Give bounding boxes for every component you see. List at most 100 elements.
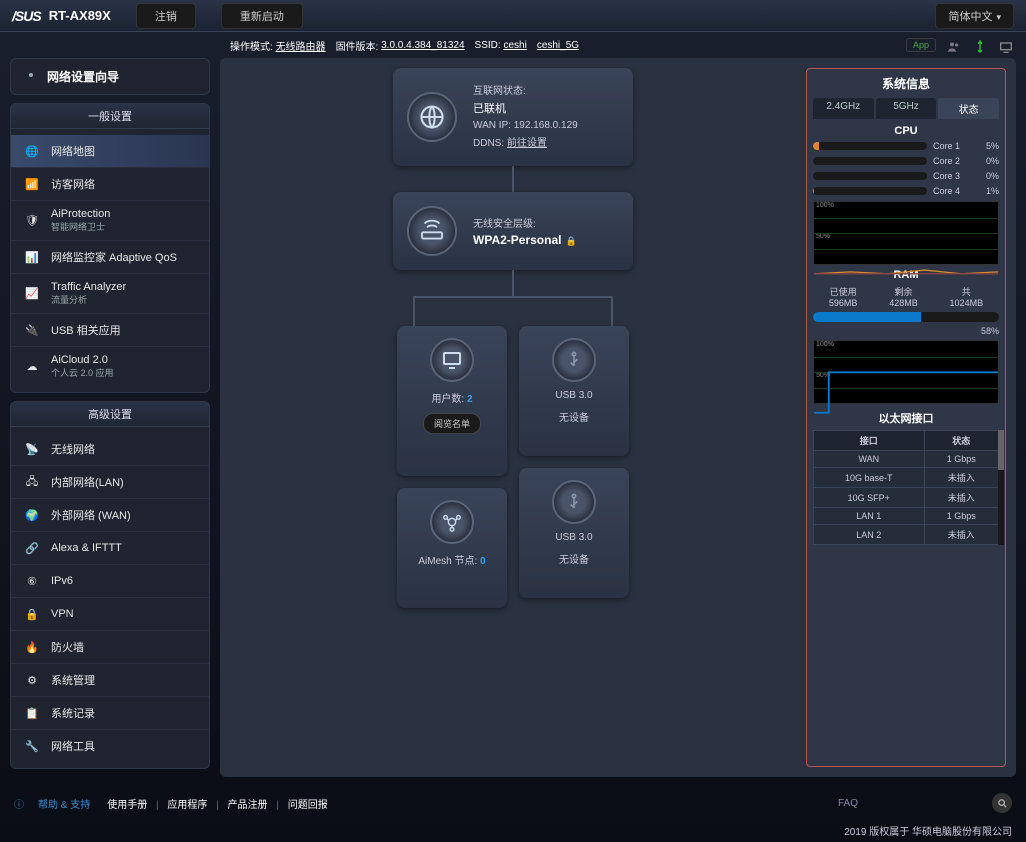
ram-total: 1024MB <box>950 298 984 308</box>
tab-status[interactable]: 状态 <box>938 98 999 119</box>
menu-icon: ⑥ <box>23 572 41 590</box>
tab-24ghz[interactable]: 2.4GHz <box>813 98 874 119</box>
app-badge[interactable]: App <box>906 38 936 52</box>
menu-label: USB 相关应用 <box>51 322 121 338</box>
usb-2-title: USB 3.0 <box>555 532 592 543</box>
cpu-title: CPU <box>813 125 999 137</box>
usb-card-1[interactable]: USB 3.0 无设备 <box>519 326 629 456</box>
sidebar-adv-item-4[interactable]: ⑥IPv6 <box>11 565 209 598</box>
sidebar-item-4[interactable]: 📈Traffic Analyzer流量分析 <box>11 274 209 314</box>
menu-label: VPN <box>51 608 74 620</box>
eth-row: LAN 2未插入 <box>814 525 999 545</box>
help-icon: ⓘ <box>14 796 24 811</box>
model-name: RT-AX89X <box>49 8 111 23</box>
reboot-button[interactable]: 重新启动 <box>221 3 303 29</box>
logout-button[interactable]: 注销 <box>136 3 196 29</box>
system-info-panel: 系统信息 2.4GHz 5GHz 状态 CPU Core 15% Core 20%… <box>806 68 1006 767</box>
sidebar-item-3[interactable]: 📊网络监控家 Adaptive QoS <box>11 241 209 274</box>
aimesh-card[interactable]: AiMesh 节点: 0 <box>397 488 507 608</box>
ram-free: 428MB <box>889 298 918 308</box>
eth-row: LAN 11 Gbps <box>814 508 999 525</box>
footer-link[interactable]: 问题回报 <box>288 800 328 811</box>
eth-col-port: 接口 <box>814 431 925 451</box>
internet-status-value: 已联机 <box>473 100 578 116</box>
usb-1-status: 无设备 <box>559 409 589 424</box>
cpu-core-row: Core 15% <box>813 141 999 151</box>
sidebar-adv-item-5[interactable]: 🔒VPN <box>11 598 209 631</box>
cpu-graph: 100% 50% <box>813 201 999 265</box>
router-icon <box>407 206 457 256</box>
ethernet-table: 接口 状态 WAN1 Gbps10G base-T未插入10G SFP+未插入L… <box>813 430 999 545</box>
footer-link[interactable]: 产品注册 <box>228 800 268 811</box>
sidebar-item-0[interactable]: 🌐网络地图 <box>11 135 209 168</box>
ssid-1[interactable]: ceshi <box>503 40 526 51</box>
ram-graph: 100% 50% <box>813 340 999 404</box>
sidebar-adv-item-3[interactable]: 🔗Alexa & IFTTT <box>11 532 209 565</box>
usb-icon <box>552 480 596 524</box>
footer-link[interactable]: 应用程序 <box>167 800 207 811</box>
sidebar-adv-item-6[interactable]: 🔥防火墙 <box>11 631 209 664</box>
cpu-core-row: Core 20% <box>813 156 999 166</box>
sidebar-adv-item-2[interactable]: 🌍外部网络 (WAN) <box>11 499 209 532</box>
router-card[interactable]: 无线安全层级: WPA2-Personal <box>393 192 633 270</box>
language-select[interactable]: 简体中文 <box>935 3 1014 29</box>
network-icon[interactable] <box>998 39 1014 51</box>
ram-total-label: 共 <box>950 285 984 298</box>
usb-card-2[interactable]: USB 3.0 无设备 <box>519 468 629 598</box>
system-info-title: 系统信息 <box>813 75 999 92</box>
fw-value[interactable]: 3.0.0.4.384_81324 <box>381 40 464 51</box>
ddns-link[interactable]: 前往设置 <box>507 138 547 149</box>
users-icon[interactable] <box>946 39 962 51</box>
monitor-icon <box>430 338 474 382</box>
ethernet-scrollbar[interactable] <box>998 430 1004 545</box>
aimesh-label: AiMesh 节点: <box>418 556 477 567</box>
tab-5ghz[interactable]: 5GHz <box>876 98 937 119</box>
sidebar-adv-item-9[interactable]: 🔧网络工具 <box>11 730 209 762</box>
security-label: 无线安全层级: <box>473 215 577 230</box>
gear-icon <box>23 67 39 86</box>
network-topology: 互联网状态: 已联机 WAN IP: 192.168.0.129 DDNS: 前… <box>230 68 796 767</box>
menu-label: 外部网络 (WAN) <box>51 507 131 523</box>
sidebar-adv-item-8[interactable]: 📋系统记录 <box>11 697 209 730</box>
search-button[interactable] <box>992 793 1012 813</box>
usb-1-title: USB 3.0 <box>555 390 592 401</box>
sidebar-adv-item-1[interactable]: 🖧内部网络(LAN) <box>11 466 209 499</box>
view-list-button[interactable]: 阅览名单 <box>423 413 481 434</box>
internet-card[interactable]: 互联网状态: 已联机 WAN IP: 192.168.0.129 DDNS: 前… <box>393 68 633 166</box>
ddns-label: DDNS: <box>473 138 504 149</box>
wan-ip-value: 192.168.0.129 <box>514 120 578 131</box>
menu-icon: 📊 <box>23 248 41 266</box>
sidebar-item-1[interactable]: 📶访客网络 <box>11 168 209 201</box>
content-area: 互联网状态: 已联机 WAN IP: 192.168.0.129 DDNS: 前… <box>220 58 1016 777</box>
clients-card[interactable]: 用户数: 2 阅览名单 <box>397 326 507 476</box>
sidebar-adv-item-0[interactable]: 📡无线网络 <box>11 433 209 466</box>
menu-label: 访客网络 <box>51 176 95 192</box>
sidebar: 网络设置向导 一般设置 🌐网络地图📶访客网络🛡AiProtection智能网络卫… <box>10 58 210 777</box>
brand-logo: /SUS <box>12 8 41 24</box>
security-value: WPA2-Personal <box>473 233 577 247</box>
copyright: 2019 版权属于 华硕电脑股份有限公司 <box>0 819 1026 842</box>
usb-icon <box>552 338 596 382</box>
help-link[interactable]: 帮助 & 支持 <box>38 796 90 811</box>
sidebar-item-6[interactable]: ☁AiCloud 2.0个人云 2.0 应用 <box>11 347 209 386</box>
sidebar-adv-item-7[interactable]: ⚙系统管理 <box>11 664 209 697</box>
op-mode-value[interactable]: 无线路由器 <box>276 38 326 53</box>
general-section-title: 一般设置 <box>11 104 209 129</box>
menu-label: 系统管理 <box>51 672 95 688</box>
ssid-2[interactable]: ceshi_5G <box>537 40 579 51</box>
ram-used: 596MB <box>829 298 858 308</box>
setup-wizard-button[interactable]: 网络设置向导 <box>11 59 209 94</box>
menu-icon: 🖧 <box>23 473 41 491</box>
wan-ip-label: WAN IP: <box>473 120 511 131</box>
status-bar: 操作模式: 无线路由器 固件版本: 3.0.0.4.384_81324 SSID… <box>0 32 1026 58</box>
ssid-label: SSID: <box>475 40 501 51</box>
footer-link[interactable]: 使用手册 <box>107 800 147 811</box>
cpu-core-row: Core 30% <box>813 171 999 181</box>
setup-wizard-label: 网络设置向导 <box>47 68 119 85</box>
usb-icon[interactable] <box>972 39 988 51</box>
clients-label: 用户数: <box>431 394 464 405</box>
sidebar-item-2[interactable]: 🛡AiProtection智能网络卫士 <box>11 201 209 241</box>
menu-icon: 📋 <box>23 704 41 722</box>
connector-line <box>512 270 514 296</box>
sidebar-item-5[interactable]: 🔌USB 相关应用 <box>11 314 209 347</box>
